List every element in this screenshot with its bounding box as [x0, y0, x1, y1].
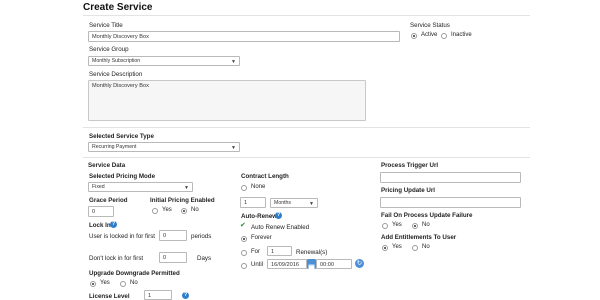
status-active-label: Active [421, 32, 438, 38]
help-icon[interactable]: ? [110, 221, 117, 228]
dont-lock-days-input[interactable]: 0 [159, 252, 187, 263]
renew-forever-radio[interactable] [241, 236, 247, 242]
initial-pricing-no-label: No [191, 207, 199, 213]
service-type-label: Selected Service Type [89, 133, 154, 140]
renew-until-label: Until [251, 262, 264, 268]
dont-lock-unit: Days [197, 255, 212, 262]
grace-period-input[interactable]: 0 [88, 206, 114, 217]
process-trigger-url-label: Process Trigger Url [381, 162, 439, 169]
upgrade-downgrade-label: Upgrade Downgrade Permitted [89, 270, 180, 277]
process-trigger-url-input[interactable] [380, 172, 521, 183]
fail-on-update-no-radio[interactable] [412, 223, 418, 229]
calendar-icon[interactable] [307, 259, 316, 270]
contract-unit-value: Months [274, 200, 292, 206]
pricing-mode-select[interactable]: Fixed ▼ [88, 182, 193, 192]
renew-count-input[interactable]: 1 [267, 246, 292, 256]
fail-on-update-no-label: No [422, 222, 430, 228]
service-group-label: Service Group [89, 46, 129, 53]
fail-on-update-label: Fail On Process Update Failure [381, 212, 473, 219]
contract-length-label: Contract Length [241, 173, 289, 180]
pricing-mode-value: Fixed [92, 184, 105, 190]
renew-for-radio[interactable] [241, 250, 247, 256]
calendar-icon-svg [308, 264, 315, 270]
refresh-icon[interactable]: ↻ [355, 259, 364, 268]
page-title: Create Service [83, 2, 153, 13]
status-inactive-radio[interactable] [441, 33, 447, 39]
locked-in-periods-input[interactable]: 0 [159, 230, 187, 241]
contract-none-label: None [251, 184, 266, 190]
initial-pricing-yes-radio[interactable] [152, 208, 158, 214]
initial-pricing-yes-label: Yes [162, 207, 172, 213]
fail-on-update-yes-label: Yes [392, 222, 402, 228]
dont-lock-text: Don't lock in for first [89, 255, 144, 262]
help-icon[interactable]: ? [275, 212, 282, 219]
license-level-label: License Level [89, 293, 130, 300]
help-icon[interactable]: ? [182, 292, 189, 299]
service-description-label: Service Description [89, 71, 143, 78]
service-data-label: Service Data [88, 162, 126, 169]
service-type-value: Recurring Payment [92, 144, 137, 150]
section-divider-2 [83, 157, 530, 158]
service-group-value: Monthly Subscription [92, 58, 141, 64]
lock-in-label: Lock In [89, 222, 111, 229]
status-inactive-label: Inactive [451, 32, 472, 38]
grace-period-label: Grace Period [89, 197, 128, 204]
renew-until-radio[interactable] [241, 263, 247, 269]
service-description-textarea[interactable]: Monthly Discovery Box [88, 80, 366, 121]
add-entitlements-yes-radio[interactable] [382, 245, 388, 251]
renew-for-label: For [251, 249, 260, 255]
chevron-down-icon: ▼ [231, 145, 236, 151]
initial-pricing-no-radio[interactable] [181, 208, 187, 214]
auto-renew-enabled-label: Auto Renew Enabled [251, 224, 310, 231]
service-status-label: Service Status [410, 22, 450, 29]
add-entitlements-yes-label: Yes [392, 244, 402, 250]
until-date-input[interactable]: 16/09/2016 [267, 259, 307, 269]
contract-unit-select[interactable]: Months ▼ [270, 198, 318, 208]
service-title-label: Service Title [89, 22, 123, 29]
checkmark-icon[interactable]: ✔ [240, 222, 246, 230]
pricing-update-url-input[interactable] [380, 197, 521, 208]
locked-in-unit: periods [191, 233, 212, 240]
pricing-mode-label: Selected Pricing Mode [89, 173, 156, 180]
service-type-select[interactable]: Recurring Payment ▼ [88, 142, 240, 152]
fail-on-update-yes-radio[interactable] [382, 223, 388, 229]
upgrade-yes-label: Yes [100, 280, 110, 286]
pricing-update-url-label: Pricing Update Url [381, 187, 435, 194]
renew-count-unit: Renewal(s) [296, 249, 328, 256]
add-entitlements-no-label: No [422, 244, 430, 250]
status-active-radio[interactable] [411, 33, 417, 39]
initial-pricing-label: Initial Pricing Enabled [150, 197, 215, 204]
add-entitlements-no-radio[interactable] [412, 245, 418, 251]
renew-forever-label: Forever [251, 235, 272, 241]
upgrade-no-label: No [130, 280, 138, 286]
until-time-input[interactable]: 00:00 [316, 259, 352, 269]
license-level-input[interactable]: 1 [144, 290, 172, 300]
title-divider [83, 15, 530, 16]
upgrade-yes-radio[interactable] [90, 281, 96, 287]
auto-renew-label: Auto-Renew [241, 213, 278, 220]
contract-length-input[interactable]: 1 [240, 197, 266, 208]
service-title-input[interactable]: Monthly Discovery Box [88, 31, 400, 42]
chevron-down-icon: ▼ [231, 59, 236, 65]
section-divider [83, 127, 530, 128]
chevron-down-icon: ▼ [309, 201, 314, 207]
add-entitlements-label: Add Entitlements To User [381, 234, 457, 241]
chevron-down-icon: ▼ [184, 185, 189, 191]
service-group-select[interactable]: Monthly Subscription ▼ [88, 56, 240, 66]
contract-none-checkbox[interactable] [241, 185, 247, 191]
locked-in-text: User is locked in for first [89, 233, 156, 240]
upgrade-no-radio[interactable] [120, 281, 126, 287]
